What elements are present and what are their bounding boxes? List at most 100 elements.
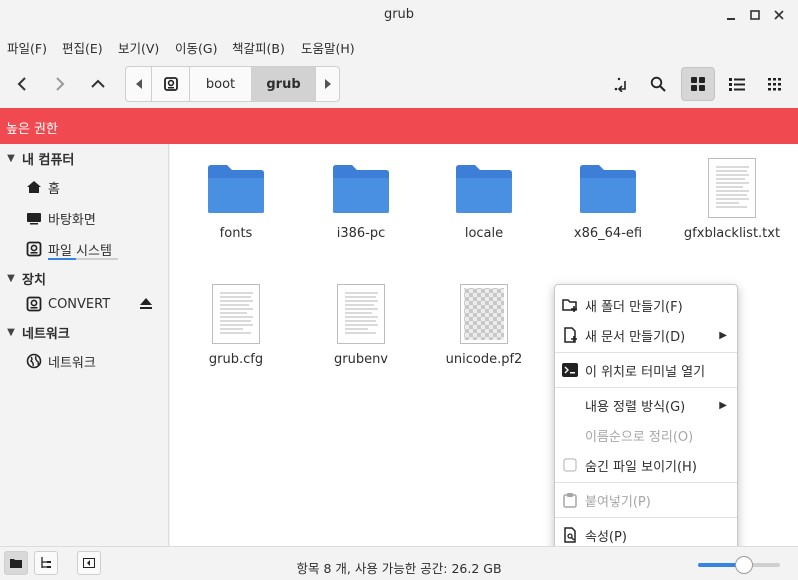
submenu-arrow-icon: ▶ bbox=[719, 329, 727, 341]
menu-item-properties[interactable]: 속성(P) bbox=[555, 521, 737, 549]
menu-separator bbox=[555, 482, 737, 483]
search-icon bbox=[650, 76, 666, 92]
breadcrumb-right-button[interactable] bbox=[315, 67, 339, 101]
menu-help[interactable]: 도움말(H) bbox=[301, 38, 355, 57]
file-item-x86-64-efi[interactable]: x86_64-efi bbox=[553, 158, 663, 248]
menu-item-new-document[interactable]: 새 문서 만들기(D) ▶ bbox=[555, 321, 737, 349]
drive-icon bbox=[26, 296, 48, 312]
back-button[interactable] bbox=[8, 70, 36, 98]
folder-icon bbox=[208, 165, 264, 213]
folder-icon bbox=[456, 165, 512, 213]
file-item-i386-pc[interactable]: i386-pc bbox=[306, 158, 416, 248]
sidebar-section-my-computer[interactable]: ▼ 내 컴퓨터 bbox=[0, 147, 74, 169]
text-file-icon bbox=[337, 284, 385, 344]
triangle-left-icon bbox=[135, 79, 142, 89]
sidebar-item-home[interactable]: 홈 bbox=[26, 176, 60, 198]
forward-button[interactable] bbox=[46, 70, 74, 98]
menu-separator bbox=[555, 387, 737, 388]
context-menu: 새 폴더 만들기(F) 새 문서 만들기(D) ▶ 이 위치로 터미널 열기 내… bbox=[554, 284, 738, 552]
file-item-unicode-pf2[interactable]: unicode.pf2 bbox=[429, 284, 539, 374]
file-item-gfxblacklist[interactable]: gfxblacklist.txt bbox=[677, 158, 787, 248]
file-item-grub-cfg[interactable]: grub.cfg bbox=[181, 284, 291, 374]
file-item-locale[interactable]: locale bbox=[429, 158, 539, 248]
folder-icon bbox=[580, 165, 636, 213]
icon-view-button[interactable] bbox=[681, 67, 715, 101]
menu-separator bbox=[555, 352, 737, 353]
sidebar-item-label: 네트워크 bbox=[48, 355, 96, 371]
expander-icon: ▼ bbox=[7, 272, 15, 284]
new-folder-icon bbox=[561, 296, 579, 314]
maximize-icon bbox=[750, 10, 760, 20]
text-file-icon bbox=[212, 284, 260, 344]
desktop-icon bbox=[26, 211, 48, 225]
sidebar-item-convert[interactable]: CONVERT bbox=[26, 293, 110, 315]
breadcrumb-boot[interactable]: boot bbox=[189, 67, 251, 101]
menu-item-new-folder[interactable]: 새 폴더 만들기(F) bbox=[555, 291, 737, 319]
compact-view-button[interactable] bbox=[758, 67, 792, 101]
sidebar-section-label: 네트워크 bbox=[22, 326, 70, 342]
drive-icon bbox=[163, 77, 178, 91]
file-item-grubenv[interactable]: grubenv bbox=[306, 284, 416, 374]
menu-item-open-terminal[interactable]: 이 위치로 터미널 열기 bbox=[555, 356, 737, 384]
up-arrow-icon bbox=[91, 79, 105, 88]
sidebar-section-devices[interactable]: ▼ 장치 bbox=[0, 267, 46, 289]
minimize-icon bbox=[727, 18, 735, 20]
breadcrumb-left-button[interactable] bbox=[126, 67, 151, 101]
forward-arrow-icon bbox=[56, 77, 65, 91]
menu-item-sort-by[interactable]: 내용 정렬 방식(G) ▶ bbox=[555, 391, 737, 419]
menu-bookmarks[interactable]: 책갈피(B) bbox=[232, 38, 285, 57]
drive-icon bbox=[26, 241, 48, 257]
up-button[interactable] bbox=[84, 70, 112, 98]
menu-item-paste[interactable]: 붙여넣기(P) bbox=[555, 486, 737, 514]
sidebar-section-network[interactable]: ▼ 네트워크 bbox=[0, 321, 70, 343]
file-name: grub.cfg bbox=[208, 352, 264, 367]
folder-icon bbox=[333, 165, 389, 213]
terminal-icon bbox=[561, 361, 579, 379]
sidebar-item-label: CONVERT bbox=[48, 296, 111, 312]
menu-view[interactable]: 보기(V) bbox=[118, 38, 159, 57]
toolbar bbox=[0, 62, 798, 106]
expander-icon: ▼ bbox=[7, 326, 15, 338]
globe-icon bbox=[26, 353, 48, 369]
maximize-button[interactable] bbox=[746, 6, 764, 24]
sidebar-item-network[interactable]: 네트워크 bbox=[26, 350, 96, 372]
sidebar-item-label: 파일 시스템 bbox=[48, 243, 112, 259]
sidebar-item-label: 홈 bbox=[48, 181, 60, 197]
sidebar-section-label: 내 컴퓨터 bbox=[22, 152, 75, 168]
location-toggle-button[interactable] bbox=[604, 67, 638, 101]
zoom-slider-handle[interactable] bbox=[734, 556, 753, 574]
file-name: unicode.pf2 bbox=[445, 352, 523, 367]
expander-icon: ▼ bbox=[7, 152, 15, 164]
properties-icon bbox=[561, 526, 579, 544]
breadcrumb-root[interactable] bbox=[151, 67, 189, 101]
menu-go[interactable]: 이동(G) bbox=[175, 38, 217, 57]
menu-file[interactable]: 파일(F) bbox=[7, 38, 47, 57]
sidebar-section-label: 장치 bbox=[22, 272, 46, 288]
file-item-fonts[interactable]: fonts bbox=[181, 158, 291, 248]
close-button[interactable] bbox=[770, 6, 788, 24]
text-file-icon bbox=[708, 158, 756, 218]
menu-item-arrange-by-name[interactable]: 이름순으로 정리(O) bbox=[555, 421, 737, 449]
sidebar-item-filesystem[interactable]: 파일 시스템 bbox=[26, 238, 112, 260]
file-name: x86_64-efi bbox=[573, 226, 643, 241]
title-bar: grub bbox=[0, 0, 798, 30]
submenu-arrow-icon: ▶ bbox=[719, 399, 727, 411]
eject-button[interactable] bbox=[138, 296, 154, 312]
home-icon bbox=[26, 180, 48, 194]
menu-item-show-hidden[interactable]: 숨긴 파일 보이기(H) bbox=[555, 451, 737, 479]
grid-view-icon bbox=[691, 77, 705, 91]
back-arrow-icon bbox=[17, 77, 26, 91]
file-name: i386-pc bbox=[336, 226, 386, 241]
sidebar-item-desktop[interactable]: 바탕화면 bbox=[26, 207, 96, 229]
menu-edit[interactable]: 편집(E) bbox=[62, 38, 103, 57]
location-toggle-icon bbox=[614, 77, 626, 92]
eject-icon bbox=[140, 298, 152, 309]
search-button[interactable] bbox=[641, 67, 675, 101]
elevated-privileges-banner: 높은 권한 bbox=[0, 108, 798, 144]
list-view-button[interactable] bbox=[720, 67, 754, 101]
checkbox-icon bbox=[561, 456, 579, 474]
compact-view-icon bbox=[768, 78, 781, 91]
minimize-button[interactable] bbox=[722, 6, 740, 24]
zoom-slider[interactable] bbox=[698, 556, 780, 574]
breadcrumb-grub[interactable]: grub bbox=[251, 67, 315, 101]
